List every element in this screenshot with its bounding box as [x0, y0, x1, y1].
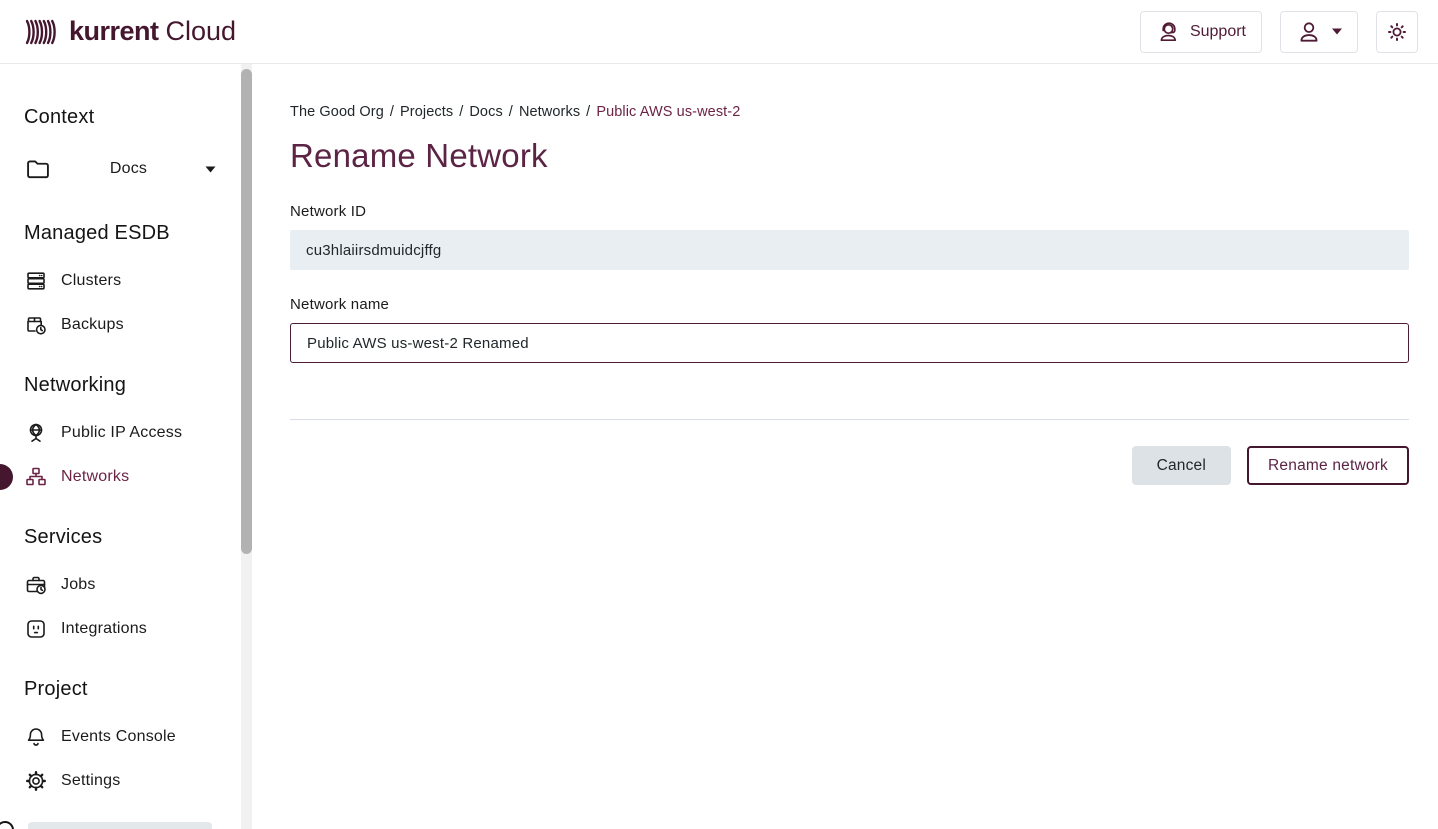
folder-icon [24, 155, 52, 183]
breadcrumb-link[interactable]: Networks [519, 104, 580, 120]
sidebar-nav: Context Docs Managed ESDB Clusters Backups Ne… [24, 104, 256, 794]
sidebar-item-networks[interactable]: Networks [24, 464, 220, 490]
network-id-label: Network ID [290, 203, 1409, 220]
sidebar-item-public-ip-access[interactable]: Public IP Access [24, 420, 220, 446]
sidebar-item-label: Clusters [61, 272, 121, 290]
clusters-icon [24, 269, 48, 293]
bell-icon [24, 725, 48, 749]
page-title: Rename Network [290, 139, 1409, 173]
sidebar: Context Docs Managed ESDB Clusters Backups Ne… [0, 64, 256, 829]
support-icon [1156, 20, 1180, 44]
breadcrumb-link[interactable]: Docs [469, 104, 502, 120]
sidebar-section-services: Services [24, 524, 256, 550]
sidebar-section-project: Project [24, 676, 256, 702]
sidebar-item-label: Docs [65, 160, 192, 178]
kurrent-cloud-logo[interactable]: kurrentCloud [24, 14, 236, 50]
breadcrumb-current: Public AWS us-west-2 [596, 104, 740, 120]
backups-icon [24, 313, 48, 337]
sidebar-item-label: Integrations [61, 620, 147, 638]
network-name-label: Network name [290, 296, 1409, 313]
support-label: Support [1190, 23, 1246, 41]
rename-network-form: Network ID Network name Cancel Rename ne… [290, 203, 1409, 485]
sidebar-item-docs[interactable]: Docs [24, 152, 220, 186]
breadcrumb-link[interactable]: Projects [400, 104, 453, 120]
sidebar-item-label: Settings [61, 772, 120, 790]
sidebar-item-label: Networks [61, 468, 129, 486]
partial-bottom-icon [0, 821, 14, 829]
rename-network-button[interactable]: Rename network [1247, 446, 1409, 485]
outlet-icon [24, 617, 48, 641]
sidebar-item-events-console[interactable]: Events Console [24, 724, 220, 750]
sidebar-item-settings[interactable]: Settings [24, 768, 220, 794]
breadcrumb-separator: / [384, 104, 400, 120]
sidebar-item-clusters[interactable]: Clusters [24, 268, 220, 294]
cancel-button[interactable]: Cancel [1132, 446, 1231, 485]
breadcrumb: The Good Org/Projects/Docs/Networks/Publ… [290, 102, 1409, 122]
main-content: The Good Org/Projects/Docs/Networks/Publ… [256, 64, 1438, 829]
breadcrumb-separator: / [453, 104, 469, 120]
network-icon [24, 465, 48, 489]
app-header: kurrentCloud Support [0, 0, 1438, 64]
breadcrumb-link[interactable]: The Good Org [290, 104, 384, 120]
account-menu-button[interactable] [1280, 11, 1358, 53]
sidebar-section-context: Context [24, 104, 256, 130]
caret-down-icon [1332, 28, 1342, 35]
network-name-input[interactable] [290, 323, 1409, 363]
partial-bottom-panel [28, 822, 212, 829]
sidebar-section-managed-esdb: Managed ESDB [24, 220, 256, 246]
sidebar-scrollbar-thumb[interactable] [241, 69, 252, 554]
kurrent-stripes-icon [24, 14, 60, 50]
jobs-icon [24, 573, 48, 597]
sidebar-item-label: Jobs [61, 576, 96, 594]
sidebar-item-jobs[interactable]: Jobs [24, 572, 220, 598]
sidebar-item-backups[interactable]: Backups [24, 312, 220, 338]
breadcrumb-separator: / [580, 104, 596, 120]
support-button[interactable]: Support [1140, 11, 1262, 53]
caret-down-icon [205, 160, 216, 178]
logo-wordmark: kurrentCloud [69, 16, 236, 47]
sidebar-section-networking: Networking [24, 372, 256, 398]
person-icon [1296, 19, 1322, 45]
gear-icon [24, 769, 48, 793]
breadcrumb-separator: / [503, 104, 519, 120]
theme-toggle-button[interactable] [1376, 11, 1418, 53]
form-divider [290, 419, 1409, 420]
sidebar-item-label: Events Console [61, 728, 176, 746]
network-id-field [290, 230, 1409, 270]
globe-icon [24, 421, 48, 445]
sidebar-item-integrations[interactable]: Integrations [24, 616, 220, 642]
sidebar-item-label: Backups [61, 316, 124, 334]
sidebar-item-label: Public IP Access [61, 424, 182, 442]
sun-icon [1385, 20, 1409, 44]
